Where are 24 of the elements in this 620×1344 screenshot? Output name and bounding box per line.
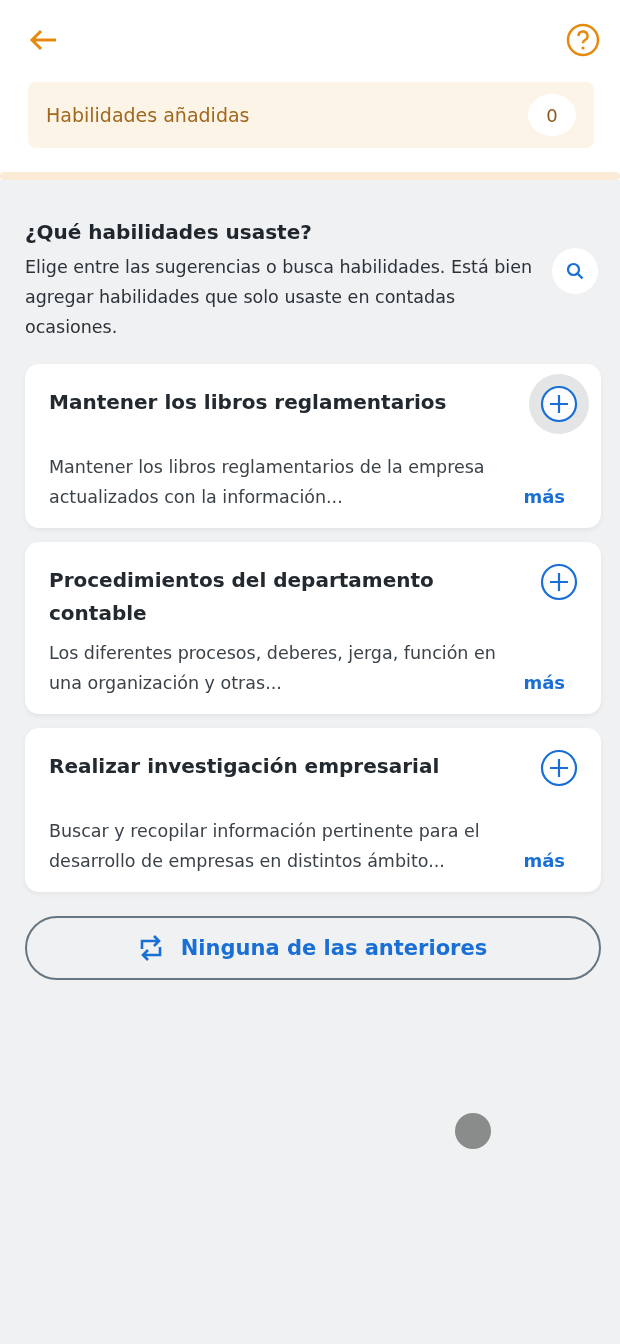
search-button[interactable] [552,248,598,294]
more-link[interactable]: más [523,668,565,698]
more-link[interactable]: más [523,846,565,876]
none-of-the-above-button[interactable]: Ninguna de las anteriores [25,916,601,980]
add-button[interactable] [529,374,589,434]
skill-description: Mantener los libros reglamentarios de la empresa actualizados con la información... [49,456,486,509]
back-arrow-icon[interactable] [28,29,58,51]
question-text: Elige entre las sugerencias o busca habilidades. Está bien agregar habilidades que solo usaste en contadas ocasiones. [25,256,534,339]
question-title: ¿Qué habilidades usaste? [25,220,313,244]
plus-icon [540,749,578,787]
count-badge: 0 [528,94,576,136]
repeat-icon [138,933,163,963]
skill-title: Realizar investigación empresarial [49,753,440,780]
search-icon [566,262,584,280]
added-skills-label: Habilidades añadidas [46,104,250,126]
skill-description: Buscar y recopilar información pertinente para el desarrollo de empresas en distintos ámbito... [49,820,481,873]
skill-title: Mantener los libros reglamentarios [49,389,447,416]
skill-title: Procedimientos del departamento contable [49,567,435,627]
plus-icon [540,385,578,423]
skill-description: Los diferentes procesos, deberes, jerga, función en una organización y otras... [49,642,497,695]
touch-indicator [455,1113,491,1149]
plus-icon [540,563,578,601]
help-icon[interactable] [566,23,600,57]
more-link[interactable]: más [523,482,565,512]
